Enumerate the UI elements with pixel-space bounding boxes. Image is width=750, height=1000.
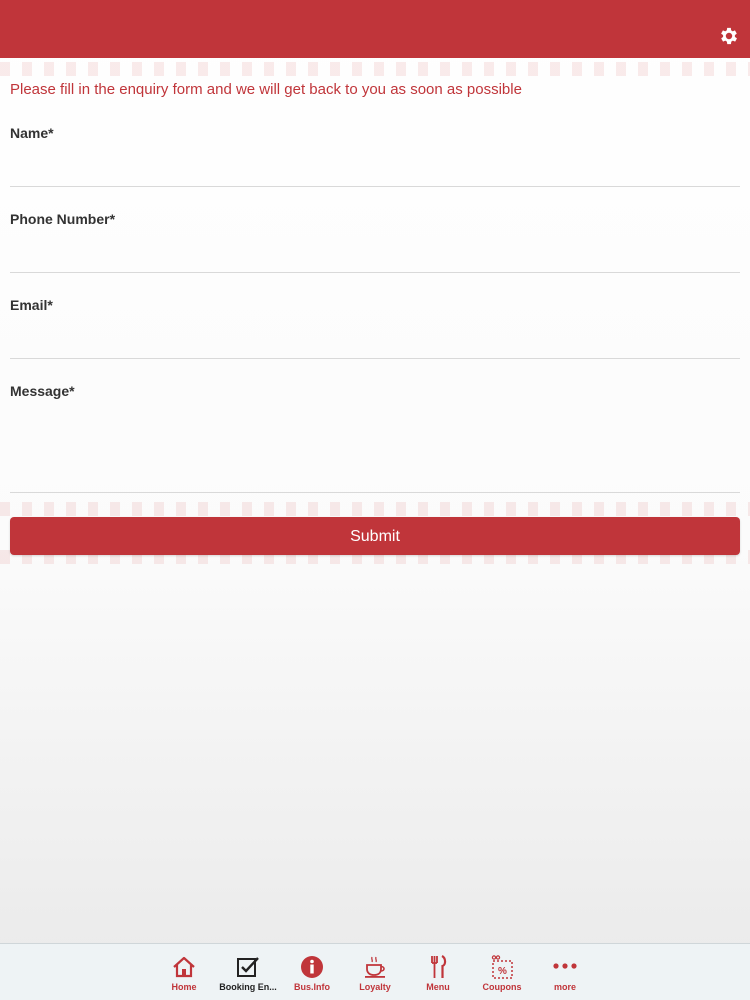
app-screen: Please fill in the enquiry form and we w… [0, 0, 750, 1000]
background-texture [0, 58, 750, 943]
tab-booking-enquiry[interactable]: Booking En... [216, 944, 280, 1000]
phone-number-field: Phone Number* [10, 211, 740, 273]
tab-label-bus-info: Bus.Info [294, 982, 330, 992]
name-label: Name* [10, 125, 54, 141]
background-stripe [0, 502, 750, 516]
coupon-icon: % [489, 954, 515, 980]
checkbox-icon [235, 954, 261, 980]
form-intro-text: Please fill in the enquiry form and we w… [10, 81, 522, 98]
tab-home[interactable]: Home [152, 944, 216, 1000]
email-label: Email* [10, 297, 53, 313]
more-dots-icon [552, 954, 578, 980]
background-stripe [0, 62, 750, 76]
phone-number-input[interactable] [10, 242, 740, 270]
email-input[interactable] [10, 328, 740, 356]
email-field: Email* [10, 297, 740, 359]
submit-button[interactable]: Submit [10, 517, 740, 555]
app-header [0, 0, 750, 58]
gear-icon[interactable] [718, 25, 740, 47]
tab-label-menu: Menu [426, 982, 450, 992]
message-field: Message* [10, 383, 740, 493]
tab-menu[interactable]: Menu [406, 944, 470, 1000]
name-input[interactable] [10, 156, 740, 184]
message-textarea[interactable] [10, 420, 740, 490]
tab-label-booking-enquiry: Booking En... [219, 982, 277, 992]
tab-coupons[interactable]: % Coupons [470, 944, 534, 1000]
svg-text:%: % [498, 966, 507, 977]
message-label: Message* [10, 383, 75, 399]
tab-more[interactable]: more [533, 944, 597, 1000]
tab-label-coupons: Coupons [482, 982, 522, 992]
fork-knife-icon [425, 954, 451, 980]
tab-label-loyalty: Loyalty [359, 982, 391, 992]
phone-number-label: Phone Number* [10, 211, 116, 227]
home-icon [171, 954, 197, 980]
name-field: Name* [10, 125, 740, 187]
tab-bus-info[interactable]: Bus.Info [280, 944, 344, 1000]
bottom-tab-bar: Home Booking En... Bus.Info Loyalty Menu… [0, 943, 750, 1000]
coffee-cup-icon [362, 954, 388, 980]
tab-loyalty[interactable]: Loyalty [343, 944, 407, 1000]
tab-label-home: Home [171, 982, 197, 992]
info-icon [299, 954, 325, 980]
tab-label-more: more [553, 982, 576, 992]
